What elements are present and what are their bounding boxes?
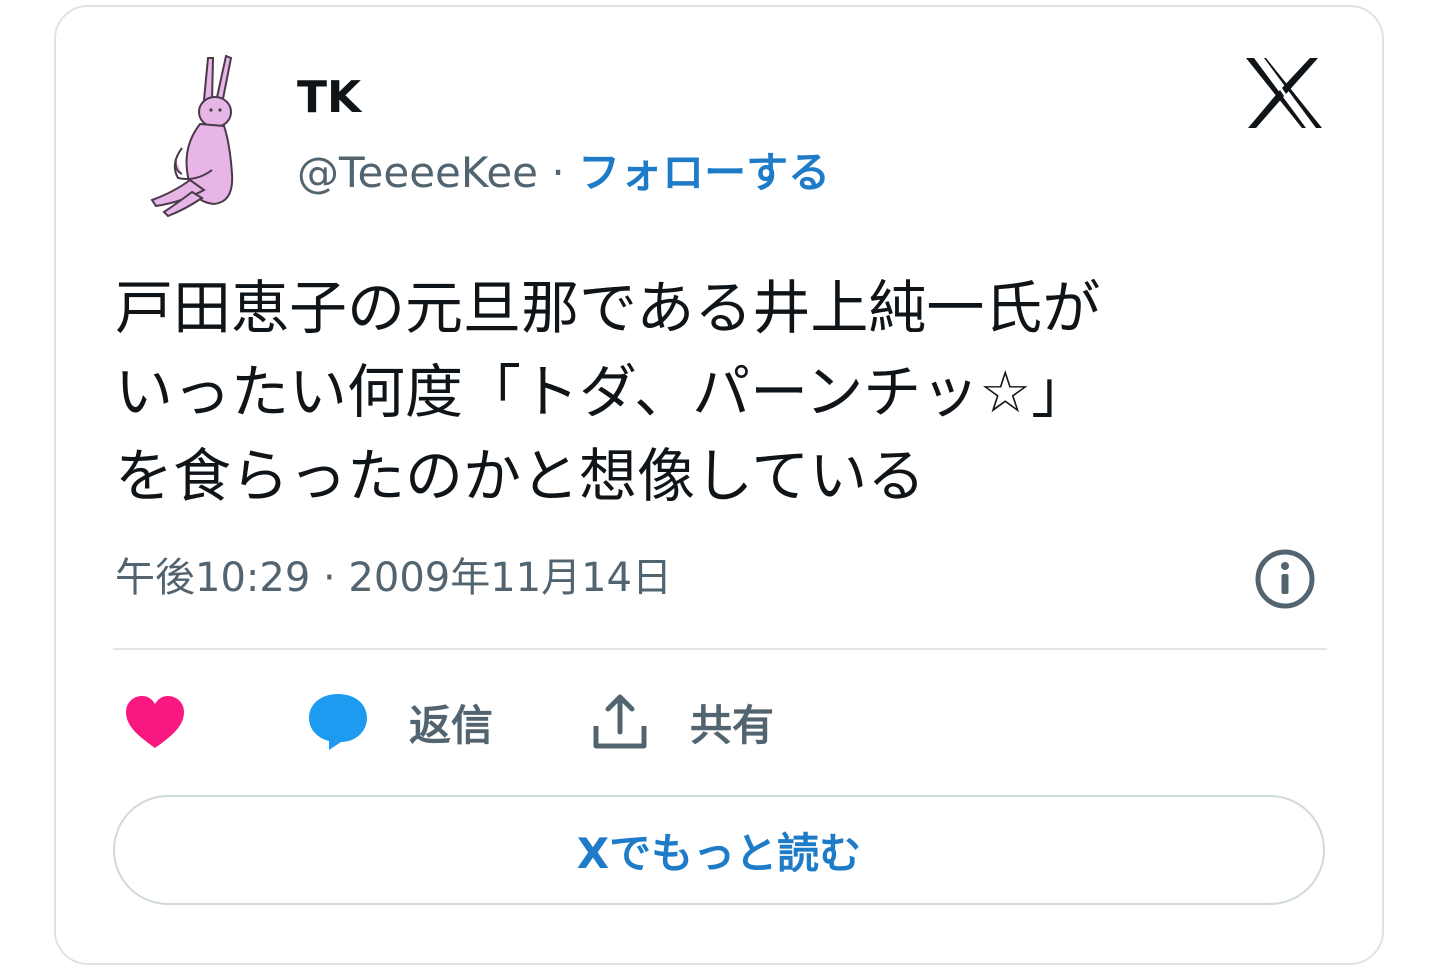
share-upload-icon [593, 694, 647, 749]
tweet-text: 戸田恵子の元旦那である井上純一氏が いったい何度「トダ、パーンチッ☆」 を食らっ… [115, 266, 1335, 518]
handle-separator: · [538, 148, 579, 197]
author-handle-row: @TeeeeKee · フォローする [297, 145, 830, 201]
speech-bubble-icon [309, 694, 367, 750]
read-more-on-x-button[interactable]: Xでもっと読む [113, 795, 1325, 905]
info-icon[interactable] [1254, 548, 1316, 610]
x-logo-icon[interactable] [1244, 56, 1324, 130]
tweet-timestamp[interactable]: 午後10:29 · 2009年11月14日 [115, 548, 672, 608]
like-button[interactable] [124, 690, 186, 754]
avatar[interactable] [112, 52, 277, 222]
reply-label: 返信 [409, 700, 494, 750]
divider [113, 648, 1327, 650]
author-name[interactable]: TK [297, 70, 361, 126]
author-handle[interactable]: @TeeeeKee [297, 148, 538, 197]
heart-icon [126, 696, 184, 748]
reply-button[interactable]: 返信 [307, 690, 493, 754]
share-button[interactable]: 共有 [590, 690, 774, 754]
tweet-text-line: いったい何度「トダ、パーンチッ☆」 [115, 358, 1090, 426]
tweet-text-line: を食らったのかと想像している [115, 442, 926, 510]
tweet-text-line: 戸田恵子の元旦那である井上純一氏が [115, 274, 1101, 342]
follow-button[interactable]: フォローする [578, 148, 830, 197]
share-label: 共有 [690, 700, 775, 750]
